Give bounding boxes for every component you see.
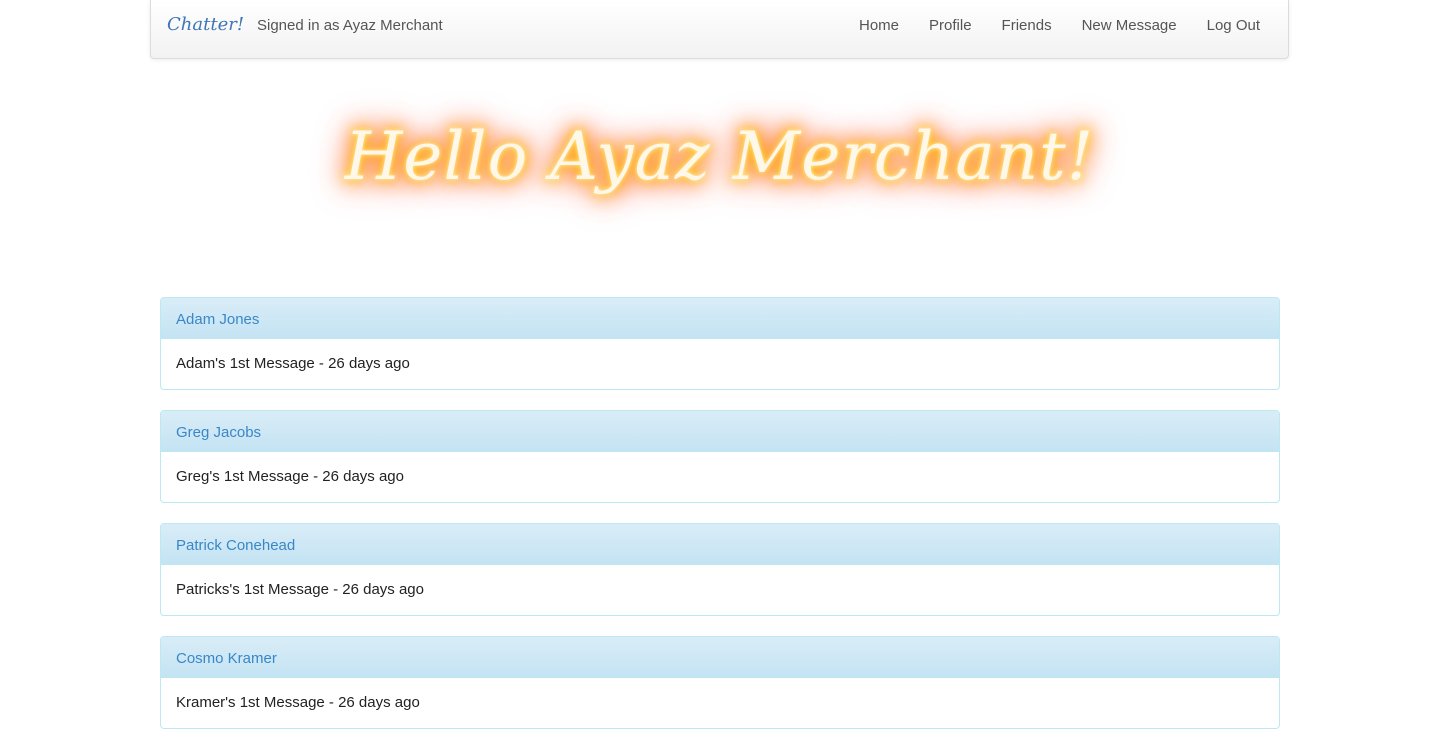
hero-banner: Hello Ayaz Merchant! xyxy=(0,118,1439,195)
signed-in-status: Signed in as Ayaz Merchant xyxy=(257,17,443,34)
message-panel: Adam Jones Adam's 1st Message - 26 days … xyxy=(160,297,1280,390)
nav-logout-link[interactable]: Log Out xyxy=(1207,17,1260,34)
message-panel-heading: Greg Jacobs xyxy=(161,411,1279,452)
message-body: Kramer's 1st Message - 26 days ago xyxy=(176,694,420,711)
message-body: Adam's 1st Message - 26 days ago xyxy=(176,355,410,372)
nav-home-link[interactable]: Home xyxy=(859,17,899,34)
message-panel-heading: Cosmo Kramer xyxy=(161,637,1279,678)
brand-link[interactable]: Chatter! xyxy=(167,14,244,35)
message-panel-heading: Adam Jones xyxy=(161,298,1279,339)
top-navbar: Chatter! Signed in as Ayaz Merchant Home… xyxy=(150,0,1289,59)
message-panel-heading: Patrick Conehead xyxy=(161,524,1279,565)
nav-profile-link[interactable]: Profile xyxy=(929,17,972,34)
message-author-link[interactable]: Cosmo Kramer xyxy=(176,650,277,667)
message-list: Adam Jones Adam's 1st Message - 26 days … xyxy=(160,297,1280,749)
message-panel: Patrick Conehead Patricks's 1st Message … xyxy=(160,523,1280,616)
nav-links: Home Profile Friends New Message Log Out xyxy=(859,17,1260,34)
message-panel: Cosmo Kramer Kramer's 1st Message - 26 d… xyxy=(160,636,1280,729)
nav-new-message-link[interactable]: New Message xyxy=(1082,17,1177,34)
message-author-link[interactable]: Adam Jones xyxy=(176,311,259,328)
message-author-link[interactable]: Greg Jacobs xyxy=(176,424,261,441)
message-panel: Greg Jacobs Greg's 1st Message - 26 days… xyxy=(160,410,1280,503)
greeting-title: Hello Ayaz Merchant! xyxy=(344,118,1095,195)
nav-friends-link[interactable]: Friends xyxy=(1002,17,1052,34)
message-body: Patricks's 1st Message - 26 days ago xyxy=(176,581,424,598)
message-body: Greg's 1st Message - 26 days ago xyxy=(176,468,404,485)
message-author-link[interactable]: Patrick Conehead xyxy=(176,537,295,554)
